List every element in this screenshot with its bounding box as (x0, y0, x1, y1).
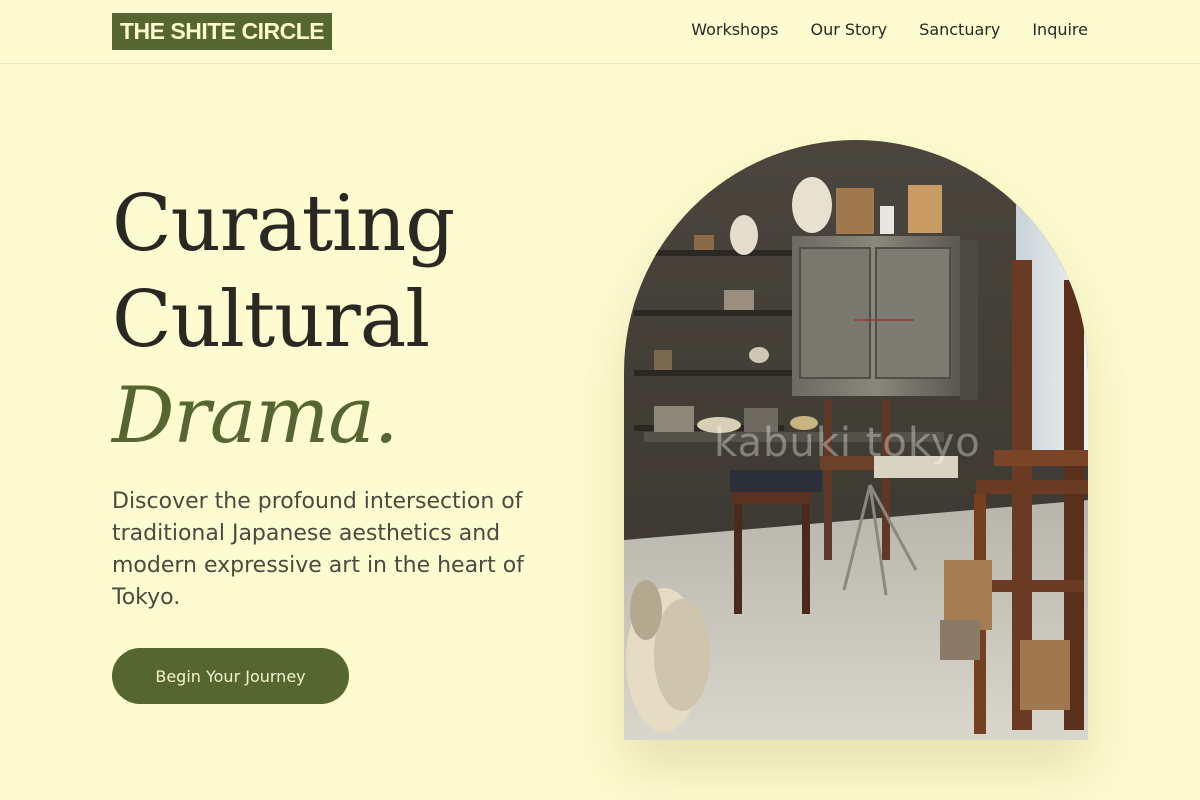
hero-arch-image: kabuki tokyo (624, 140, 1088, 740)
image-watermark: kabuki tokyo (714, 420, 981, 466)
nav-link-workshops[interactable]: Workshops (691, 20, 778, 40)
nav-link-inquire[interactable]: Inquire (1032, 20, 1088, 40)
hero-title: Curating Cultural Drama. (112, 176, 455, 464)
hero-title-line-2: Cultural (112, 275, 430, 365)
hero-title-line-1: Curating (112, 179, 455, 269)
nav-link-sanctuary[interactable]: Sanctuary (919, 20, 1000, 40)
begin-journey-button[interactable]: Begin Your Journey (112, 648, 349, 704)
brand-logo[interactable]: THE SHITE CIRCLE (112, 13, 333, 50)
hero-description: Discover the profound intersection of tr… (112, 489, 524, 610)
site-header: THE SHITE CIRCLE Workshops Our Story San… (0, 0, 1200, 64)
nav-link-our-story[interactable]: Our Story (810, 20, 887, 40)
main-nav: Workshops Our Story Sanctuary Inquire (691, 20, 1088, 40)
hero-title-accent: Drama. (112, 371, 399, 461)
